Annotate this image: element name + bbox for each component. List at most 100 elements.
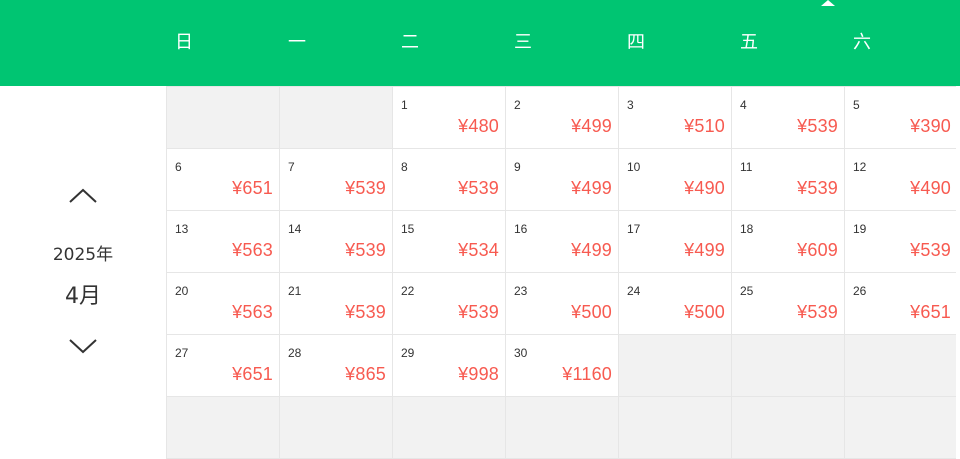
date-number: 3 [627,98,634,112]
date-price: ¥998 [458,364,499,384]
empty-cell [619,397,731,458]
current-month: 4月 [65,284,101,309]
date-cell[interactable]: 10 ¥490 [619,149,731,210]
date-cell[interactable]: 4 ¥539 [732,87,844,148]
calendar-grid: 1 ¥480 2 ¥499 3 ¥510 4 ¥539 5 ¥390 6 ¥651 7 ¥539 8 ¥539… [166,86,957,459]
date-cell[interactable]: 13 ¥563 [167,211,279,272]
date-cell[interactable]: 30 ¥1160 [506,335,618,396]
date-price: ¥510 [684,116,725,136]
date-cell[interactable]: 8 ¥539 [393,149,505,210]
date-price: ¥539 [345,302,386,322]
date-price: ¥390 [910,116,951,136]
date-number: 18 [740,222,754,236]
next-month-button[interactable] [66,336,100,356]
date-price: ¥539 [797,302,838,322]
date-number: 6 [175,160,182,174]
date-price: ¥539 [910,240,951,260]
date-cell[interactable]: 26 ¥651 [845,273,957,334]
date-price: ¥651 [910,302,951,322]
date-price: ¥651 [232,178,273,198]
empty-cell [732,335,844,396]
date-number: 16 [514,222,528,236]
date-cell[interactable]: 22 ¥539 [393,273,505,334]
empty-cell [280,87,392,148]
empty-cell [506,397,618,458]
date-cell[interactable]: 2 ¥499 [506,87,618,148]
empty-cell [167,397,279,458]
calendar-header: 日 一 二 三 四 五 六 [0,0,960,86]
date-cell[interactable]: 11 ¥539 [732,149,844,210]
date-number: 2 [514,98,521,112]
date-cell[interactable]: 20 ¥563 [167,273,279,334]
date-price: ¥499 [571,240,612,260]
date-number: 14 [288,222,302,236]
empty-cell [167,87,279,148]
weekday-fri: 五 [740,32,758,53]
date-cell[interactable]: 17 ¥499 [619,211,731,272]
empty-cell [845,397,957,458]
date-price: ¥539 [797,116,838,136]
empty-cell [619,335,731,396]
weekday-wed: 三 [514,32,532,53]
date-number: 21 [288,284,302,298]
date-number: 12 [853,160,867,174]
date-number: 23 [514,284,528,298]
date-price: ¥539 [458,178,499,198]
date-price: ¥865 [345,364,386,384]
date-number: 4 [740,98,747,112]
date-number: 24 [627,284,641,298]
date-cell[interactable]: 15 ¥534 [393,211,505,272]
date-cell[interactable]: 16 ¥499 [506,211,618,272]
date-cell[interactable]: 3 ¥510 [619,87,731,148]
date-number: 7 [288,160,295,174]
weekday-thu: 四 [627,32,645,53]
date-cell[interactable]: 29 ¥998 [393,335,505,396]
date-cell[interactable]: 14 ¥539 [280,211,392,272]
date-cell[interactable]: 1 ¥480 [393,87,505,148]
empty-cell [732,397,844,458]
date-price: ¥499 [571,178,612,198]
date-price: ¥1160 [562,364,612,384]
date-number: 26 [853,284,867,298]
date-cell[interactable]: 12 ¥490 [845,149,957,210]
date-price: ¥609 [797,240,838,260]
date-number: 11 [740,160,753,174]
date-cell[interactable]: 6 ¥651 [167,149,279,210]
date-price: ¥490 [684,178,725,198]
date-cell[interactable]: 27 ¥651 [167,335,279,396]
date-number: 13 [175,222,189,236]
date-price: ¥480 [458,116,499,136]
empty-cell [280,397,392,458]
date-number: 22 [401,284,415,298]
date-number: 27 [175,346,189,360]
date-number: 19 [853,222,867,236]
month-navigator: 2025年 4月 [0,86,166,459]
date-number: 9 [514,160,521,174]
weekday-sat: 六 [853,32,871,53]
current-year: 2025年 [52,245,114,265]
date-number: 20 [175,284,189,298]
date-price: ¥499 [571,116,612,136]
date-price: ¥539 [458,302,499,322]
date-cell[interactable]: 9 ¥499 [506,149,618,210]
date-price: ¥500 [571,302,612,322]
right-edge [956,86,960,459]
date-cell[interactable]: 19 ¥539 [845,211,957,272]
date-cell[interactable]: 25 ¥539 [732,273,844,334]
date-price: ¥539 [345,240,386,260]
date-price: ¥563 [232,302,273,322]
date-number: 30 [514,346,528,360]
date-cell[interactable]: 7 ¥539 [280,149,392,210]
date-price: ¥563 [232,240,273,260]
date-cell[interactable]: 28 ¥865 [280,335,392,396]
date-price: ¥651 [232,364,273,384]
date-number: 25 [740,284,754,298]
date-cell[interactable]: 24 ¥500 [619,273,731,334]
prev-month-button[interactable] [66,186,100,206]
date-price: ¥539 [345,178,386,198]
empty-cell [845,335,957,396]
date-cell[interactable]: 23 ¥500 [506,273,618,334]
date-cell[interactable]: 21 ¥539 [280,273,392,334]
date-cell[interactable]: 18 ¥609 [732,211,844,272]
date-cell[interactable]: 5 ¥390 [845,87,957,148]
